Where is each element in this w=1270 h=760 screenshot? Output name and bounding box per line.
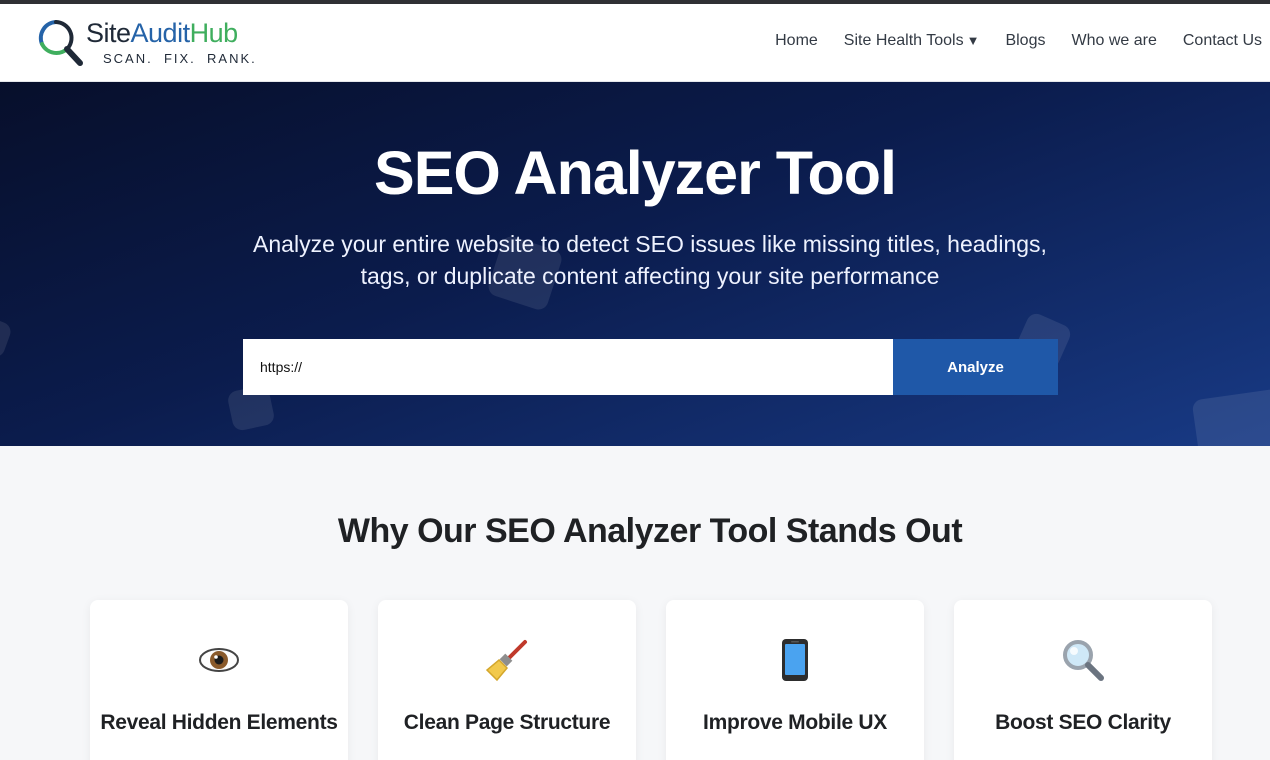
feature-card: Improve Mobile UX bbox=[666, 600, 924, 760]
feature-card: Reveal Hidden Elements bbox=[90, 600, 348, 760]
decorative-shape bbox=[0, 316, 14, 360]
site-header: SiteAuditHub SCAN. FIX. RANK. Home Site … bbox=[0, 4, 1270, 82]
logo-wordmark: SiteAuditHub bbox=[86, 18, 238, 49]
nav-site-health-tools-label: Site Health Tools bbox=[843, 32, 964, 49]
magnifier-icon bbox=[954, 638, 1212, 682]
feature-card-title: Boost SEO Clarity bbox=[995, 711, 1171, 734]
feature-card-title: Clean Page Structure bbox=[403, 711, 611, 734]
nav-blogs[interactable]: Blogs bbox=[1005, 32, 1045, 50]
feature-card-title: Improve Mobile UX bbox=[703, 711, 887, 734]
nav-who-we-are[interactable]: Who we are bbox=[1071, 32, 1156, 50]
eye-icon bbox=[90, 638, 348, 682]
site-logo[interactable]: SiteAuditHub SCAN. FIX. RANK. bbox=[36, 16, 266, 70]
caret-down-icon: ▼ bbox=[966, 33, 980, 48]
hero-subtitle: Analyze your entire website to detect SE… bbox=[253, 231, 1047, 289]
feature-card: Boost SEO Clarity bbox=[954, 600, 1212, 760]
logo-tagline: SCAN. FIX. RANK. bbox=[103, 51, 257, 66]
magnifier-logo-icon bbox=[38, 20, 83, 66]
feature-card: Clean Page Structure bbox=[378, 600, 636, 760]
mobile-phone-icon bbox=[666, 638, 924, 682]
nav-site-health-tools[interactable]: Site Health Tools ▼ bbox=[844, 32, 980, 50]
broom-icon bbox=[378, 638, 636, 682]
analyze-button[interactable]: Analyze bbox=[893, 339, 1058, 395]
logo-name-part1: Site bbox=[86, 18, 131, 48]
url-input[interactable] bbox=[243, 339, 893, 395]
feature-card-title: Reveal Hidden Elements bbox=[100, 711, 338, 734]
nav-contact-us[interactable]: Contact Us bbox=[1183, 32, 1262, 50]
page-title: SEO Analyzer Tool bbox=[374, 139, 897, 207]
url-search-form: Analyze bbox=[243, 339, 1058, 395]
logo-name-part2: Audit bbox=[130, 18, 191, 48]
logo-name-part3: Hub bbox=[189, 18, 239, 48]
hero-section: SEO Analyzer Tool Analyze your entire we… bbox=[0, 82, 1270, 446]
decorative-shape bbox=[1191, 388, 1270, 446]
nav-home[interactable]: Home bbox=[775, 32, 818, 50]
main-nav: Home Site Health Tools ▼ Blogs Who we are… bbox=[749, 32, 1262, 50]
features-heading: Why Our SEO Analyzer Tool Stands Out bbox=[337, 512, 963, 550]
